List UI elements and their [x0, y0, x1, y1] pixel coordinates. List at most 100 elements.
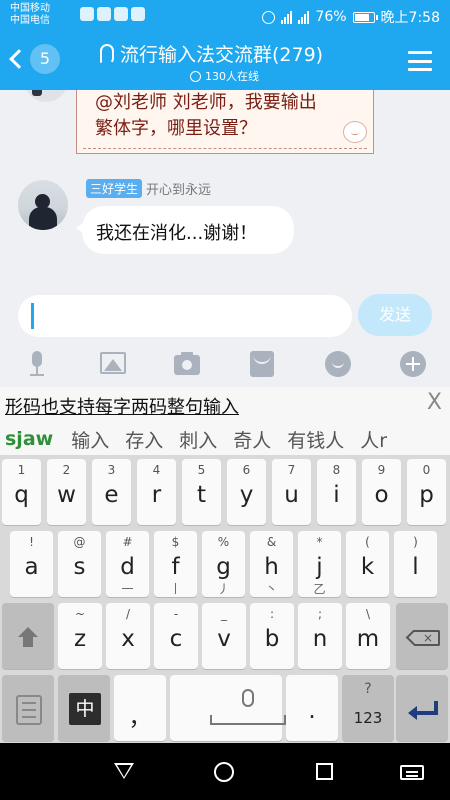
key-f[interactable]: $ f 丨	[154, 531, 197, 597]
close-icon[interactable]: X	[427, 390, 442, 415]
key-y[interactable]: 6y	[227, 459, 266, 525]
candidate-word[interactable]: 存入	[125, 426, 163, 453]
signal-icon	[281, 10, 293, 24]
key-v[interactable]: _ v	[202, 603, 246, 669]
message-input[interactable]	[18, 295, 352, 337]
key-z[interactable]: ~ z	[58, 603, 102, 669]
key-n[interactable]: ; n	[298, 603, 342, 669]
ime-composition-bar: 形码也支持每字两码整句输入 X	[0, 387, 450, 423]
message-text: 我还在消化...谢谢！	[96, 223, 258, 244]
key-d[interactable]: # d 一	[106, 531, 149, 597]
message-line: 繁体字，哪里设置？	[95, 118, 257, 139]
key-j[interactable]: * j 乙	[298, 531, 341, 597]
key-r[interactable]: 4r	[137, 459, 176, 525]
enter-key[interactable]	[396, 675, 448, 741]
back-triangle-icon[interactable]	[114, 763, 134, 779]
member-level-badge: 三好学生	[86, 179, 143, 198]
message-text: @刘老师 刘老师，我要输出 繁体字，哪里设置？	[95, 90, 317, 142]
candidate-word[interactable]: 输入	[71, 426, 109, 453]
key-h[interactable]: & h 丶	[250, 531, 293, 597]
notification-icons	[80, 7, 145, 21]
sender-name[interactable]: 开心到永远	[146, 179, 211, 198]
avatar[interactable]	[24, 90, 68, 102]
key-c[interactable]: -c	[154, 603, 198, 669]
shift-icon	[17, 627, 39, 649]
message-bubble[interactable]: 我还在消化...谢谢！	[76, 206, 294, 254]
candidate-word[interactable]: 人r	[360, 426, 387, 453]
key-u[interactable]: 7u	[272, 459, 311, 525]
camera-icon[interactable]	[172, 349, 202, 379]
menu-icon	[16, 695, 42, 725]
message-bubble[interactable]: @刘老师 刘老师，我要输出 繁体字，哪里设置？	[76, 90, 374, 154]
message-icon	[131, 7, 145, 21]
menu-button[interactable]	[408, 51, 432, 71]
key-w[interactable]: 2w	[47, 459, 86, 525]
ime-keyboard: 1q 2w 3e 4r 5t 6y 7u 8i 9o 0p ! a @ s # d 一 …	[0, 455, 450, 743]
ime-input-code: sjaw	[5, 428, 54, 450]
language-label: 中	[69, 693, 101, 725]
period-key[interactable]: .	[286, 675, 338, 741]
key-m[interactable]: \ m	[346, 603, 390, 669]
app-notification-icon	[80, 7, 94, 21]
plus-icon[interactable]	[398, 349, 428, 379]
avatar[interactable]	[18, 180, 68, 230]
candidate-word[interactable]: 奇人	[233, 426, 271, 453]
number-switch-key[interactable]: ? 123	[342, 675, 394, 741]
key-l[interactable]: ) l	[394, 531, 437, 597]
keyboard-icon[interactable]	[400, 765, 424, 780]
recent-apps-icon[interactable]	[316, 763, 333, 780]
ime-composition-text[interactable]: 形码也支持每字两码整句输入	[5, 393, 239, 419]
space-key[interactable]	[170, 675, 286, 741]
carrier-1: 中国移动	[10, 3, 50, 14]
space-icon	[210, 715, 286, 725]
image-icon[interactable]	[98, 349, 128, 379]
candidate-word[interactable]: 有钱人	[287, 426, 344, 453]
key-k[interactable]: (k	[346, 531, 389, 597]
carrier-2: 中国电信	[10, 15, 50, 26]
key-s[interactable]: @ s	[58, 531, 101, 597]
status-bar: 中国移动 中国电信 76% 晚上7:58	[0, 0, 450, 32]
enter-icon	[408, 701, 438, 720]
carrier-info: 中国移动 中国电信	[10, 3, 50, 27]
red-packet-icon[interactable]	[247, 349, 277, 379]
emoji-icon[interactable]	[323, 349, 353, 379]
key-x[interactable]: / x	[106, 603, 150, 669]
candidate-word[interactable]: 刺入	[179, 426, 217, 453]
back-button[interactable]: 5	[9, 44, 60, 74]
backspace-icon: ×	[405, 629, 440, 646]
chat-header: 5 流行输入法交流群(279) 130人在线	[0, 32, 450, 90]
online-count[interactable]: 130人在线	[190, 68, 259, 84]
key-a[interactable]: ! a	[10, 531, 53, 597]
mic-icon[interactable]	[22, 349, 52, 379]
cartoon-sticker-icon	[343, 121, 367, 143]
battery-icon	[352, 11, 378, 23]
send-button[interactable]: 发送	[358, 294, 432, 336]
ear-icon	[100, 43, 114, 64]
home-circle-icon[interactable]	[214, 762, 234, 782]
text-cursor	[31, 303, 34, 329]
alarm-icon	[262, 10, 276, 24]
key-o[interactable]: 9o	[362, 459, 401, 525]
language-switch-key[interactable]: 中	[58, 675, 110, 741]
avatar-body	[29, 207, 57, 230]
key-q[interactable]: 1q	[2, 459, 41, 525]
shift-key[interactable]	[2, 603, 54, 669]
chat-toolbar	[0, 343, 450, 387]
key-t[interactable]: 5t	[182, 459, 221, 525]
title-row: 流行输入法交流群(279)	[100, 40, 323, 67]
online-count-label: 130人在线	[205, 70, 259, 83]
ime-menu-key[interactable]	[2, 675, 54, 741]
system-nav-bar	[0, 743, 450, 800]
key-b[interactable]: :b	[250, 603, 294, 669]
backspace-key[interactable]: ×	[396, 603, 448, 669]
key-g[interactable]: % g 丿	[202, 531, 245, 597]
mic-icon	[242, 689, 254, 707]
key-i[interactable]: 8i	[317, 459, 356, 525]
chat-area[interactable]: @刘老师 刘老师，我要输出 繁体字，哪里设置？ 三好学生 开心到永远 我还在消化…	[0, 90, 450, 285]
key-p[interactable]: 0p	[407, 459, 446, 525]
unread-count-badge: 5	[30, 44, 60, 74]
video-icon	[114, 7, 128, 21]
qq-icon	[97, 7, 111, 21]
comma-key[interactable]: ，	[114, 675, 166, 741]
key-e[interactable]: 3e	[92, 459, 131, 525]
